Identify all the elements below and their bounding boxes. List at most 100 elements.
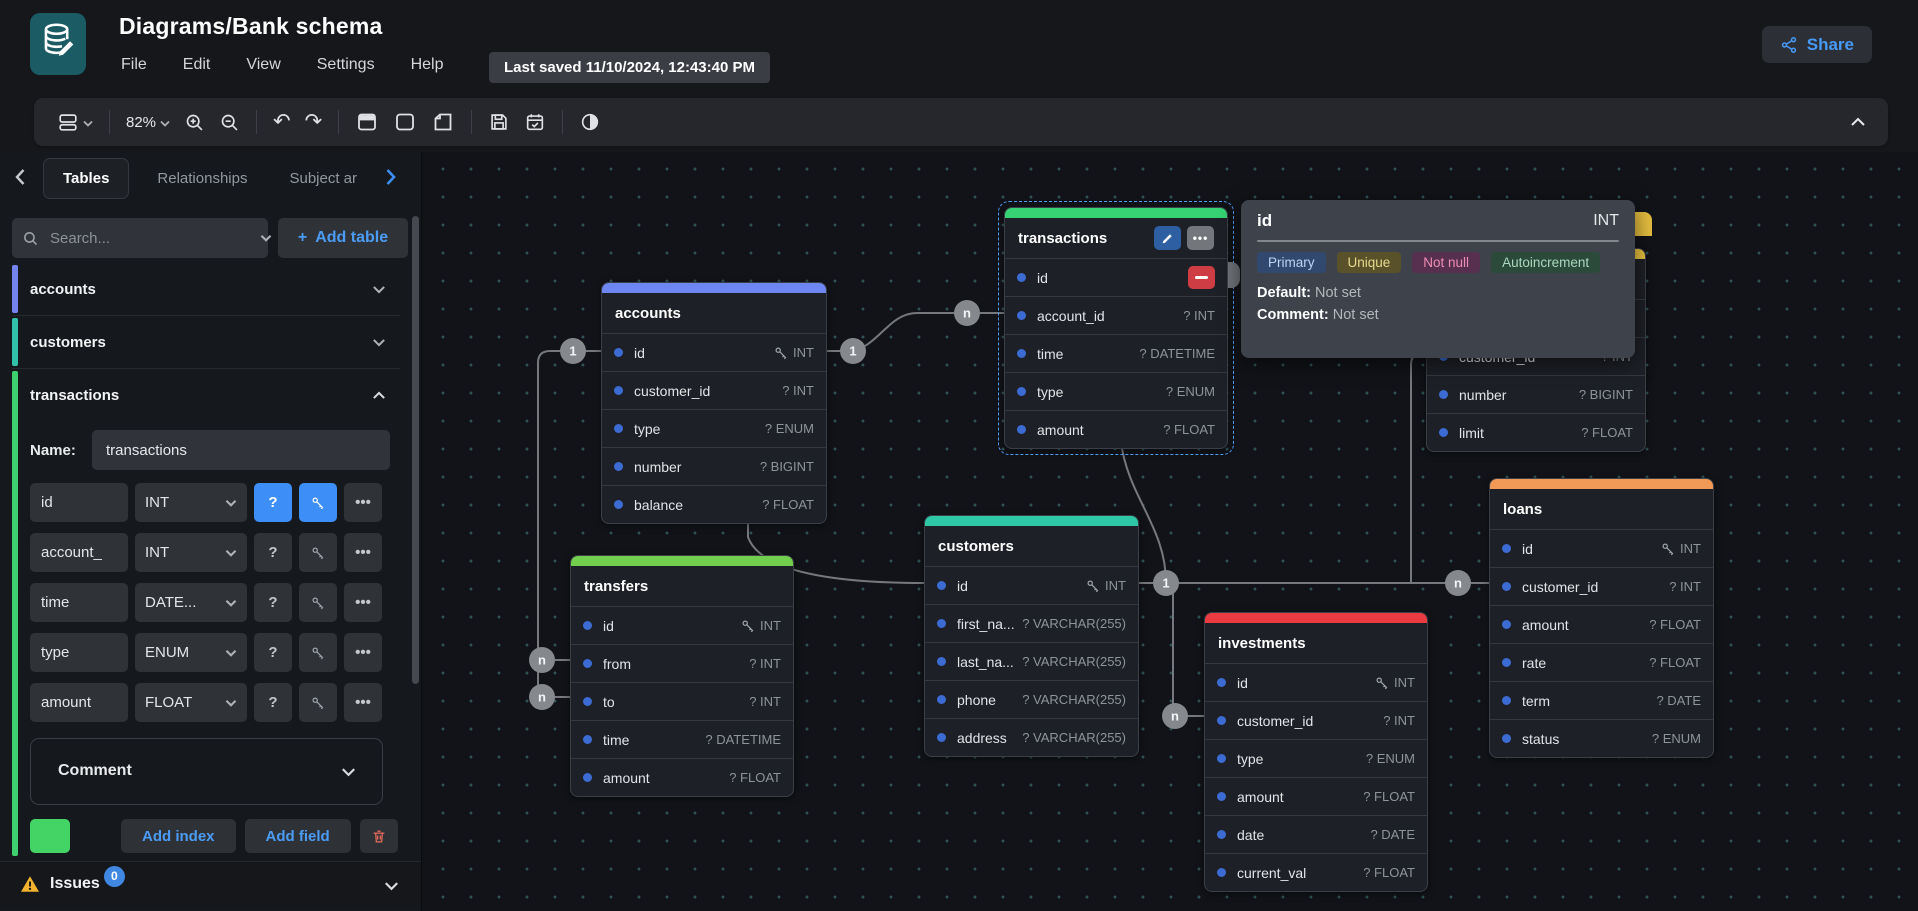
field-row[interactable]: type? ENUM: [1005, 373, 1227, 411]
menu-file[interactable]: File: [121, 56, 147, 74]
relationship-line[interactable]: [1411, 353, 1426, 583]
chevron-down-icon[interactable]: [372, 334, 386, 352]
field-row[interactable]: limit? FLOAT: [1427, 414, 1645, 451]
field-name-input[interactable]: [30, 683, 128, 722]
field-row[interactable]: to? INT: [571, 683, 793, 721]
save-button[interactable]: [481, 105, 517, 139]
table-search[interactable]: [12, 218, 268, 258]
field-type-select[interactable]: INT: [135, 483, 247, 522]
field-row[interactable]: type? ENUM: [602, 410, 826, 448]
tabs-scroll-right-button[interactable]: [379, 167, 403, 190]
field-name-input[interactable]: [30, 483, 128, 522]
add-subject-area-button[interactable]: [386, 104, 424, 140]
diagram-canvas[interactable]: 1nn1n11nn credit_cardsidINTcustomer_id? …: [421, 152, 1918, 911]
canvas-table-loans[interactable]: loansidINTcustomer_id? INTamount? FLOATr…: [1489, 478, 1714, 758]
field-row[interactable]: number? BIGINT: [1427, 376, 1645, 414]
menu-edit[interactable]: Edit: [183, 56, 211, 74]
field-row[interactable]: customer_id? INT: [1490, 568, 1713, 606]
zoom-level-dropdown[interactable]: 82%: [119, 108, 177, 137]
canvas-table-accounts[interactable]: accountsidINTcustomer_id? INTtype? ENUMn…: [601, 282, 827, 524]
field-row[interactable]: idINT: [1490, 530, 1713, 568]
canvas-table-customers[interactable]: customersidINTfirst_na...? VARCHAR(255)l…: [924, 515, 1139, 757]
add-index-button[interactable]: Add index: [121, 819, 236, 853]
field-row[interactable]: time? DATETIME: [571, 721, 793, 759]
field-type-select[interactable]: ENUM: [135, 633, 247, 672]
menu-settings[interactable]: Settings: [317, 56, 375, 74]
field-nullable-toggle[interactable]: ?: [254, 483, 292, 522]
field-row[interactable]: term? DATE: [1490, 682, 1713, 720]
sidebar-scrollbar[interactable]: [412, 216, 419, 684]
delete-field-button[interactable]: [1188, 266, 1215, 289]
field-primary-key-toggle[interactable]: [299, 583, 337, 622]
add-table-button[interactable]: + Add table: [278, 218, 408, 258]
toolbar-collapse-button[interactable]: [1844, 114, 1872, 131]
zoom-in-button[interactable]: [177, 106, 212, 139]
field-more-button[interactable]: •••: [344, 683, 382, 722]
relationship-line[interactable]: [1173, 583, 1204, 716]
field-primary-key-toggle[interactable]: [299, 683, 337, 722]
sidebar-item-transactions[interactable]: transactions: [12, 371, 400, 419]
field-type-select[interactable]: INT: [135, 533, 247, 572]
field-row[interactable]: time? DATETIME: [1005, 335, 1227, 373]
field-more-button[interactable]: •••: [344, 533, 382, 572]
app-logo[interactable]: [30, 13, 86, 75]
sidebar-item-accounts[interactable]: accounts: [12, 265, 400, 313]
field-row[interactable]: last_na...? VARCHAR(255): [925, 643, 1138, 681]
tabs-scroll-left-button[interactable]: [8, 167, 32, 190]
zoom-out-button[interactable]: [212, 106, 247, 139]
field-row[interactable]: status? ENUM: [1490, 720, 1713, 757]
menu-help[interactable]: Help: [411, 56, 444, 74]
delete-table-button[interactable]: [360, 819, 398, 853]
field-row[interactable]: idINT: [602, 334, 826, 372]
field-name-input[interactable]: [30, 533, 128, 572]
field-row[interactable]: amount? FLOAT: [1490, 606, 1713, 644]
field-primary-key-toggle[interactable]: [299, 483, 337, 522]
field-primary-key-toggle[interactable]: [299, 633, 337, 672]
table-more-button[interactable]: •••: [1187, 226, 1214, 250]
field-row[interactable]: customer_id? INT: [602, 372, 826, 410]
canvas-table-investments[interactable]: investmentsidINTcustomer_id? INTtype? EN…: [1204, 612, 1428, 892]
field-nullable-toggle[interactable]: ?: [254, 533, 292, 572]
menu-view[interactable]: View: [246, 56, 280, 74]
tab-relationships[interactable]: Relationships: [157, 170, 247, 187]
field-row[interactable]: rate? FLOAT: [1490, 644, 1713, 682]
field-name-input[interactable]: [30, 583, 128, 622]
field-row[interactable]: amount? FLOAT: [1205, 778, 1427, 816]
add-field-button[interactable]: Add field: [245, 819, 351, 853]
field-more-button[interactable]: •••: [344, 583, 382, 622]
field-row[interactable]: type? ENUM: [1205, 740, 1427, 778]
field-row[interactable]: from? INT: [571, 645, 793, 683]
field-nullable-toggle[interactable]: ?: [254, 683, 292, 722]
canvas-table-transfers[interactable]: transfersidINTfrom? INTto? INTtime? DATE…: [570, 555, 794, 797]
connection-handle[interactable]: [1228, 262, 1240, 288]
field-row[interactable]: idINT: [925, 567, 1138, 605]
field-more-button[interactable]: •••: [344, 633, 382, 672]
field-row[interactable]: id: [1005, 259, 1227, 297]
add-table-tool-button[interactable]: [348, 104, 386, 140]
field-type-select[interactable]: DATE...: [135, 583, 247, 622]
chevron-down-icon[interactable]: [260, 229, 272, 247]
share-button[interactable]: Share: [1762, 26, 1872, 63]
field-row[interactable]: balance? FLOAT: [602, 486, 826, 523]
field-type-select[interactable]: FLOAT: [135, 683, 247, 722]
add-note-button[interactable]: [424, 104, 462, 140]
field-nullable-toggle[interactable]: ?: [254, 583, 292, 622]
field-row[interactable]: current_val? FLOAT: [1205, 854, 1427, 891]
field-row[interactable]: idINT: [1205, 664, 1427, 702]
field-row[interactable]: customer_id? INT: [1205, 702, 1427, 740]
field-primary-key-toggle[interactable]: [299, 533, 337, 572]
comment-section[interactable]: Comment: [30, 738, 383, 805]
field-row[interactable]: amount? FLOAT: [571, 759, 793, 796]
field-more-button[interactable]: •••: [344, 483, 382, 522]
sidebar-item-customers[interactable]: customers: [12, 318, 400, 366]
field-row[interactable]: address? VARCHAR(255): [925, 719, 1138, 756]
undo-button[interactable]: ↶: [266, 106, 298, 138]
chevron-down-icon[interactable]: [384, 878, 399, 896]
field-row[interactable]: first_na...? VARCHAR(255): [925, 605, 1138, 643]
field-row[interactable]: phone? VARCHAR(255): [925, 681, 1138, 719]
table-name-input[interactable]: [92, 430, 390, 470]
tab-tables[interactable]: Tables: [43, 158, 129, 199]
search-input[interactable]: [48, 229, 251, 248]
issues-bar[interactable]: Issues 0: [0, 861, 421, 906]
field-nullable-toggle[interactable]: ?: [254, 633, 292, 672]
